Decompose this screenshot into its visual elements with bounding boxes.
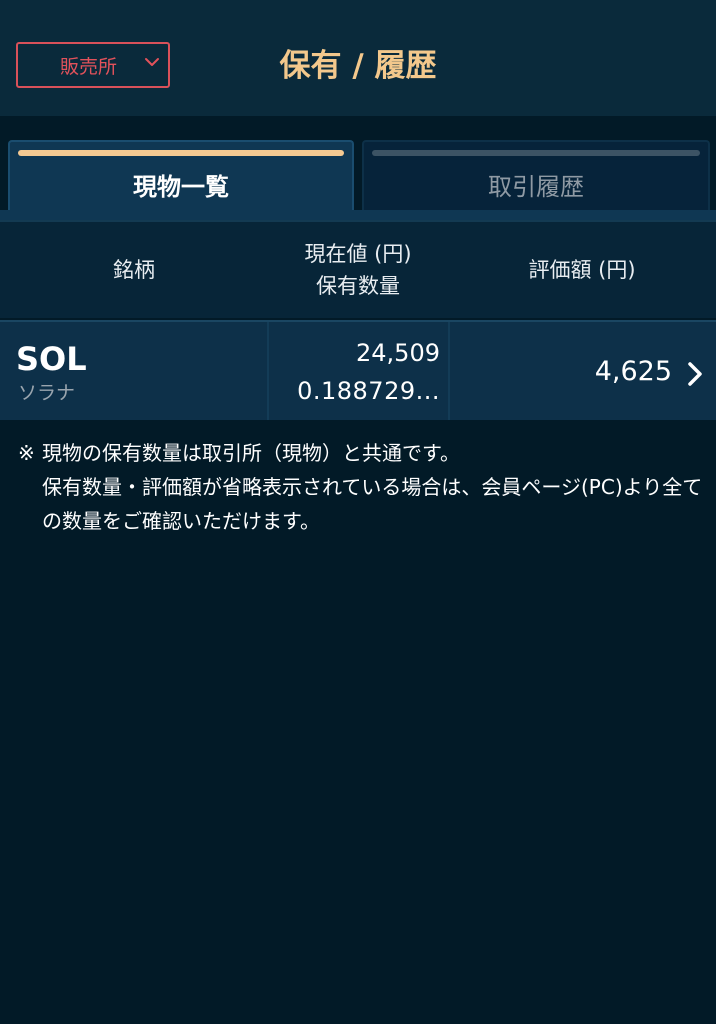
note-line-1: 現物の保有数量は取引所（現物）と共通です。 xyxy=(42,441,460,465)
holding-quantity: 0.188729... xyxy=(297,377,440,405)
column-header-price: 現在値 (円) 保有数量 xyxy=(268,222,448,318)
chevron-right-icon[interactable] xyxy=(684,360,706,388)
current-price: 24,509 xyxy=(356,339,440,367)
tab-history[interactable]: 取引履歴 xyxy=(362,140,710,212)
note-line-2: 保有数量・評価額が省略表示されている場合は、会員ページ(PC)より全ての数量をご… xyxy=(42,475,703,533)
tab-divider xyxy=(0,210,716,220)
tab-inactive-indicator xyxy=(372,150,700,156)
column-price-label: 現在値 (円) xyxy=(304,242,412,266)
column-divider xyxy=(448,322,450,420)
note-mark: ※ xyxy=(18,441,35,465)
tab-holdings-label: 現物一覧 xyxy=(133,173,229,201)
column-value-label: 評価額 (円) xyxy=(528,258,636,282)
app-header: 販売所 保有 / 履歴 xyxy=(0,0,716,116)
table-header: 銘柄 現在値 (円) 保有数量 評価額 (円) xyxy=(0,220,716,318)
table-row[interactable]: SOL ソラナ 24,509 0.188729... 4,625 xyxy=(0,320,716,420)
column-divider xyxy=(267,322,269,420)
tab-bar: 現物一覧 取引履歴 xyxy=(0,116,716,220)
coin-symbol: SOL xyxy=(16,340,87,378)
tab-history-label: 取引履歴 xyxy=(488,173,584,201)
column-header-name: 銘柄 xyxy=(0,222,268,318)
tab-active-indicator xyxy=(18,150,344,156)
column-name-label: 銘柄 xyxy=(113,258,155,282)
column-header-value: 評価額 (円) xyxy=(448,222,716,318)
coin-name: ソラナ xyxy=(18,382,76,404)
valuation-amount: 4,625 xyxy=(594,356,672,387)
column-quantity-label: 保有数量 xyxy=(316,274,400,298)
page-title: 保有 / 履歴 xyxy=(279,48,437,84)
tab-holdings[interactable]: 現物一覧 xyxy=(8,140,354,212)
